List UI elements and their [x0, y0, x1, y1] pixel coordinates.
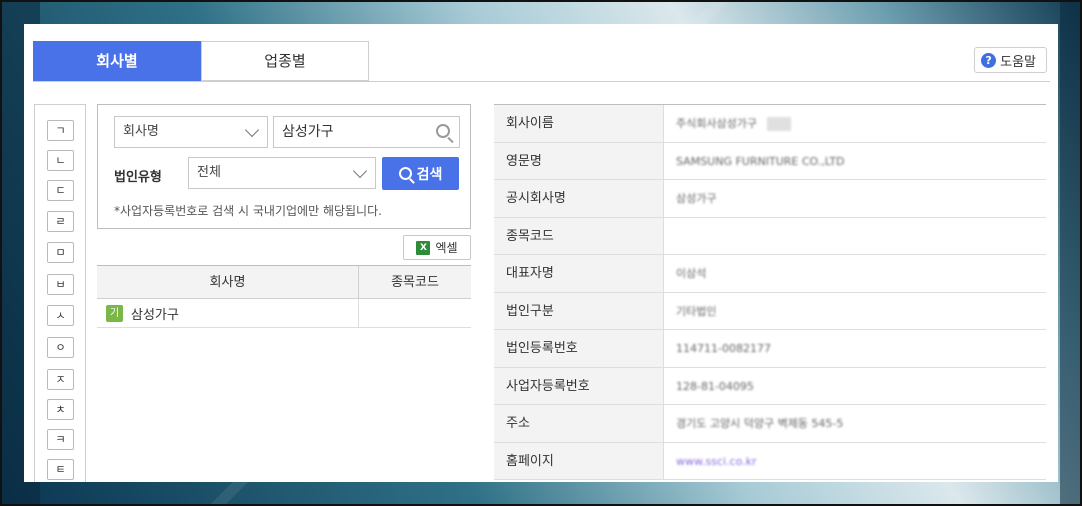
company-detail-table: 회사이름 주식회사삼성가구 영문명 SAMSUNG FURNITURE CO.,…: [494, 104, 1046, 480]
tag-chip: [766, 117, 791, 131]
consonant-button[interactable]: ㅌ: [47, 459, 74, 480]
detail-label: 홈페이지: [494, 442, 664, 479]
detail-row: 영문명 SAMSUNG FURNITURE CO.,LTD: [494, 142, 1046, 180]
help-button[interactable]: ? 도움말: [974, 47, 1047, 73]
consonant-button[interactable]: ㅈ: [47, 369, 74, 390]
company-type-badge: 기: [106, 304, 123, 322]
consonant-button[interactable]: ㅇ: [47, 337, 74, 358]
detail-value: 이삼석: [676, 267, 707, 280]
tab-bar: 회사별 업종별: [33, 41, 369, 81]
detail-label: 회사이름: [494, 105, 664, 142]
detail-label: 종목코드: [494, 217, 664, 254]
company-list: 회사명 종목코드 기 삼성가구: [97, 265, 471, 328]
detail-row: 회사이름 주식회사삼성가구: [494, 105, 1046, 143]
tab-by-industry[interactable]: 업종별: [201, 41, 369, 81]
list-item[interactable]: 기 삼성가구: [97, 299, 471, 328]
corp-type-value: 전체: [197, 165, 221, 180]
detail-value: 경기도 고양시 덕양구 벽제동 545-5: [676, 417, 844, 430]
detail-label: 영문명: [494, 142, 664, 179]
detail-label: 사업자등록번호: [494, 367, 664, 404]
consonant-button[interactable]: ㄴ: [47, 150, 74, 171]
detail-label: 법인등록번호: [494, 330, 664, 367]
consonant-button[interactable]: ㅂ: [47, 274, 74, 295]
company-name[interactable]: 삼성가구: [131, 304, 179, 323]
detail-value: 주식회사삼성가구: [664, 105, 1046, 142]
detail-value: SAMSUNG FURNITURE CO.,LTD: [676, 154, 845, 168]
detail-label: 주소: [494, 405, 664, 442]
detail-label: 대표자명: [494, 255, 664, 292]
detail-row: 대표자명 이삼석: [494, 255, 1046, 293]
detail-value-text: 주식회사삼성가구: [676, 117, 757, 130]
consonant-button[interactable]: ㄱ: [47, 120, 74, 141]
detail-row: 법인구분 기타법인: [494, 292, 1046, 330]
company-search-panel: 회사별 업종별 ? 도움말 ㄱ ㄴ ㄷ ㄹ ㅁ ㅂ ㅅ ㅇ ㅈ ㅊ ㅋ ㅌ 회사…: [24, 24, 1058, 482]
chevron-down-icon: [244, 122, 260, 138]
chevron-down-icon: [352, 163, 368, 179]
detail-value: 128-81-04095: [676, 379, 754, 393]
detail-row: 종목코드: [494, 217, 1046, 255]
detail-label: 법인구분: [494, 292, 664, 329]
consonant-button[interactable]: ㄷ: [47, 180, 74, 201]
detail-row: 홈페이지 www.ssci.co.kr: [494, 442, 1046, 480]
search-input[interactable]: 삼성가구: [273, 116, 460, 148]
detail-value: [664, 218, 1046, 255]
excel-icon: X: [416, 240, 431, 255]
detail-row: 사업자등록번호 128-81-04095: [494, 367, 1046, 405]
detail-value: 114711-0082177: [676, 342, 771, 355]
corp-type-label: 법인유형: [114, 170, 162, 185]
stock-code-cell: [359, 299, 471, 327]
search-field-value: 회사명: [123, 124, 159, 139]
excel-label: 엑셀: [435, 241, 458, 255]
tab-divider: [33, 81, 1050, 82]
consonant-index: ㄱ ㄴ ㄷ ㄹ ㅁ ㅂ ㅅ ㅇ ㅈ ㅊ ㅋ ㅌ: [34, 104, 86, 482]
excel-export-button[interactable]: X 엑셀: [403, 235, 471, 260]
search-form: 회사명 삼성가구 법인유형 전체 검색 *사업자등록번호로 검색 시 국내기업에…: [97, 104, 471, 229]
tab-by-company[interactable]: 회사별: [33, 41, 201, 81]
search-note: *사업자등록번호로 검색 시 국내기업에만 해당됩니다.: [114, 204, 382, 218]
consonant-button[interactable]: ㅋ: [47, 429, 74, 450]
consonant-button[interactable]: ㅁ: [47, 242, 74, 263]
list-header: 회사명 종목코드: [97, 265, 471, 299]
detail-value: 삼성가구: [676, 192, 717, 205]
detail-row: 법인등록번호 114711-0082177: [494, 330, 1046, 368]
search-field-select[interactable]: 회사명: [114, 116, 268, 148]
search-button[interactable]: 검색: [382, 157, 459, 190]
homepage-link[interactable]: www.ssci.co.kr: [664, 443, 1046, 480]
search-button-label: 검색: [416, 166, 443, 183]
detail-value: 기타법인: [676, 304, 717, 318]
search-icon[interactable]: [436, 124, 450, 138]
column-header-code: 종목코드: [391, 275, 439, 290]
search-input-value: 삼성가구: [282, 124, 334, 140]
detail-label: 공시회사명: [494, 180, 664, 217]
consonant-button[interactable]: ㅊ: [47, 399, 74, 420]
detail-row: 공시회사명 삼성가구: [494, 180, 1046, 218]
question-icon: ?: [981, 52, 997, 68]
column-header-company: 회사명: [97, 266, 359, 298]
detail-row: 주소 경기도 고양시 덕양구 벽제동 545-5: [494, 405, 1046, 443]
consonant-button[interactable]: ㄹ: [47, 211, 74, 232]
corp-type-select[interactable]: 전체: [188, 157, 376, 189]
help-label: 도움말: [1000, 54, 1036, 70]
search-icon: [398, 167, 412, 180]
company-name-cell[interactable]: 기 삼성가구: [97, 299, 359, 327]
consonant-button[interactable]: ㅅ: [47, 305, 74, 326]
